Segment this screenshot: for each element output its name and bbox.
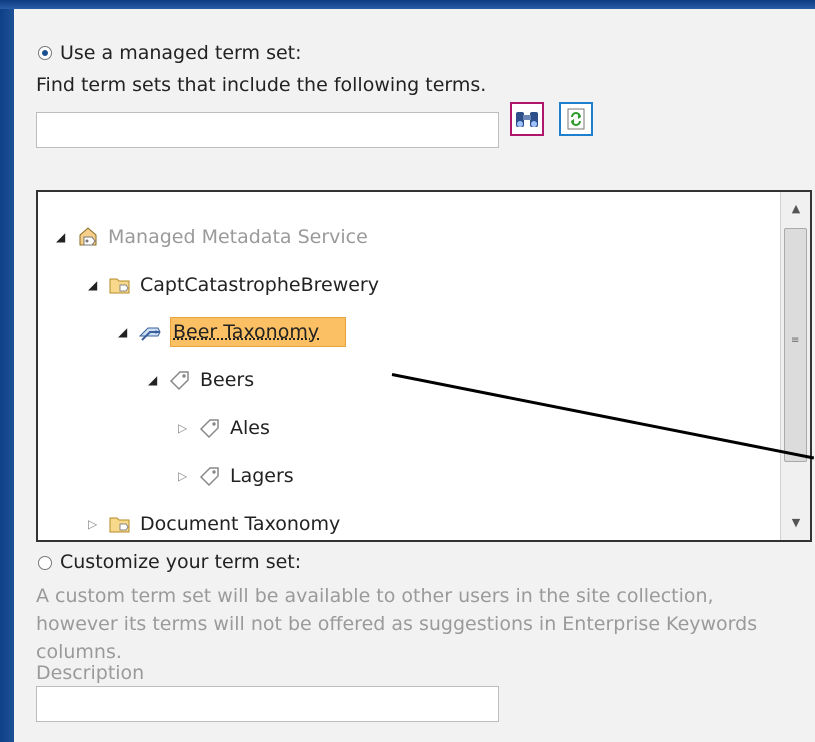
top-frame-bar [0, 0, 815, 9]
metadata-service-icon [79, 227, 97, 246]
tree-node-label-selected: Beer Taxonomy [170, 317, 347, 347]
custom-term-set-description: A custom term set will be available to o… [36, 585, 758, 663]
custom-term-set-label: Customize your term set: [60, 551, 302, 573]
collapsed-triangle-icon[interactable]: ▷ [178, 421, 194, 435]
scroll-down-arrow-icon[interactable]: ▼ [781, 508, 810, 538]
tree-scrollbar[interactable]: ▲ ≡ ▼ [780, 192, 810, 540]
tree-node-label: Lagers [230, 465, 294, 487]
tree-node-captcatastrophebrewery[interactable]: ◢ CaptCatastropheBrewery [88, 270, 379, 300]
collapsed-triangle-icon[interactable]: ▷ [178, 469, 194, 483]
expanded-triangle-icon[interactable]: ◢ [118, 325, 134, 339]
tree-node-label: Managed Metadata Service [108, 226, 368, 248]
tag-icon [199, 419, 219, 439]
managed-term-set-radio[interactable] [38, 46, 52, 60]
tree-node-managed-metadata-service[interactable]: ◢ Managed Metadata Service [56, 222, 368, 252]
refresh-button[interactable] [559, 102, 593, 136]
termset-icon [138, 327, 161, 341]
scroll-up-arrow-icon[interactable]: ▲ [781, 194, 810, 224]
expanded-triangle-icon[interactable]: ◢ [56, 230, 72, 244]
tree-node-label: Beers [200, 369, 255, 391]
tree-node-beer-taxonomy[interactable]: ◢ Beer Taxonomy [118, 317, 347, 347]
tree-node-beers[interactable]: ◢ Beers [148, 365, 254, 395]
tag-icon [169, 371, 189, 391]
managed-term-set-label: Use a managed term set: [60, 42, 302, 64]
custom-term-set-radio[interactable] [38, 556, 52, 570]
folder-icon [109, 278, 130, 294]
tag-icon [199, 467, 219, 487]
scroll-thumb[interactable]: ≡ [784, 228, 807, 462]
tree-node-ales[interactable]: ▷ Ales [178, 413, 270, 443]
expanded-triangle-icon[interactable]: ◢ [148, 373, 164, 387]
term-set-tree[interactable]: ◢ Managed Metadata Service ◢ CaptCatastr… [36, 190, 812, 542]
find-term-sets-hint: Find term sets that include the followin… [36, 74, 487, 96]
find-button[interactable] [510, 102, 544, 136]
tree-node-document-taxonomy[interactable]: ▷ Document Taxonomy [88, 509, 340, 539]
folder-icon [109, 517, 130, 533]
binoculars-icon [516, 112, 538, 127]
term-search-input[interactable] [36, 112, 499, 148]
scroll-grip-icon: ≡ [791, 335, 800, 346]
collapsed-triangle-icon[interactable]: ▷ [88, 517, 104, 531]
expanded-triangle-icon[interactable]: ◢ [88, 278, 104, 292]
refresh-icon [567, 108, 585, 130]
tree-node-label: Ales [230, 417, 270, 439]
tree-node-label: Document Taxonomy [140, 513, 341, 535]
description-label: Description [36, 662, 145, 684]
tree-node-lagers[interactable]: ▷ Lagers [178, 461, 294, 491]
description-input[interactable] [36, 686, 499, 722]
tree-node-label: CaptCatastropheBrewery [140, 274, 379, 296]
